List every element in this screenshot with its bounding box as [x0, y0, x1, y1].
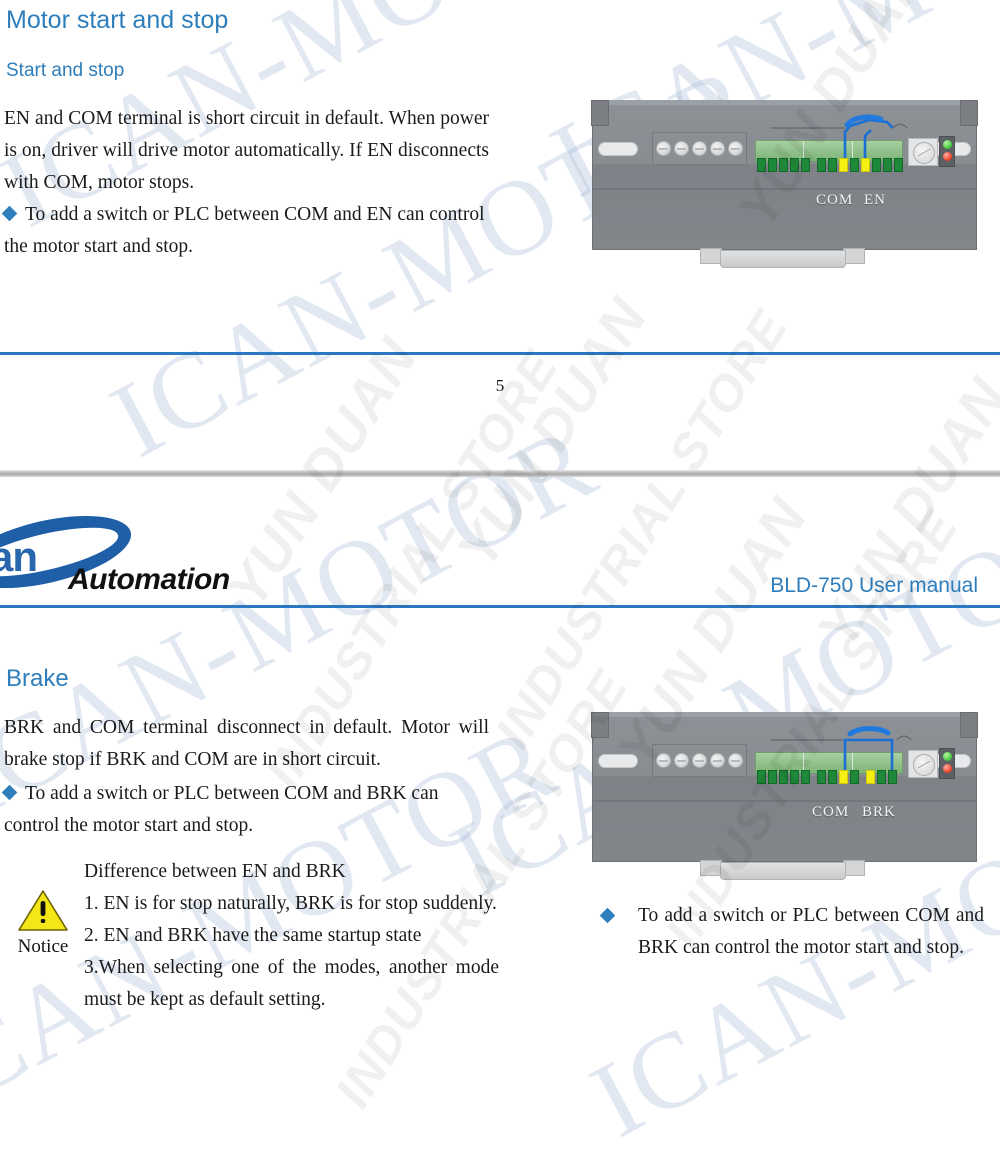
red-led	[943, 764, 952, 773]
led-indicator-group	[939, 748, 955, 779]
screw-terminal-block	[652, 744, 747, 777]
driver-device-diagram-en: COM EN	[591, 100, 978, 268]
screw-terminal	[674, 141, 689, 156]
device-notch-left	[591, 100, 609, 126]
device-notch-right	[960, 712, 978, 738]
terminal-label-brk: BRK	[862, 804, 896, 820]
potentiometer-dial	[913, 142, 935, 164]
screw-terminal	[710, 753, 725, 768]
manual-page-one: Motor start and stop Start and stop EN a…	[0, 0, 1000, 500]
mounting-ear-left	[598, 754, 638, 768]
device-top-edge	[592, 100, 977, 105]
din-rail-clip	[700, 248, 865, 270]
warning-triangle-icon	[17, 888, 69, 933]
section-title-brake: Brake	[6, 665, 69, 692]
jumper-wire-icon	[771, 726, 912, 770]
screw-terminal	[728, 753, 743, 768]
bullet-diamond-icon	[1, 784, 18, 801]
terminal-label-com: COM	[816, 192, 854, 208]
screw-terminal-block	[652, 132, 747, 165]
device-notch-left	[591, 712, 609, 738]
notice-line-1: Difference between EN and BRK	[84, 861, 346, 882]
page-footer-rule	[0, 352, 1000, 355]
mounting-ear-left	[598, 142, 638, 156]
potentiometer-dial	[913, 754, 935, 776]
jumper-wire-icon	[771, 114, 908, 158]
screw-terminal	[656, 141, 671, 156]
bullet-text-right: To add a switch or PLC between COM and B…	[638, 905, 984, 958]
notice-line-2: 1. EN is for stop naturally, BRK is for …	[84, 893, 497, 914]
screw-terminal	[710, 141, 725, 156]
intro-paragraph: EN and COM terminal is short circuit in …	[4, 108, 489, 193]
page-number: 5	[495, 376, 505, 395]
terminal-label-en: EN	[864, 192, 886, 208]
bullet-text-left: To add a switch or PLC between COM and B…	[4, 783, 439, 836]
page-title: Motor start and stop	[6, 6, 229, 34]
potentiometer	[908, 138, 938, 166]
bullet-diamond-icon	[599, 907, 616, 924]
red-led	[943, 152, 952, 161]
brake-paragraph: BRK and COM terminal disconnect in defau…	[4, 717, 489, 770]
document-title: BLD-750 User manual	[770, 574, 978, 597]
section-subtitle: Start and stop	[6, 60, 125, 81]
notice-icon-group: Notice	[8, 888, 78, 958]
device-face-split	[592, 188, 977, 190]
driver-device-diagram-brk: COM BRK	[591, 712, 978, 880]
screw-terminal	[728, 141, 743, 156]
device-face-split	[592, 800, 977, 802]
potentiometer	[908, 750, 938, 778]
notice-label: Notice	[17, 936, 69, 957]
bullet-text: To add a switch or PLC between COM and E…	[4, 204, 485, 257]
terminal-label-com: COM	[812, 804, 850, 820]
company-logo: an Automation	[0, 502, 250, 602]
din-rail-clip	[700, 860, 865, 882]
header-rule	[0, 605, 1000, 608]
screw-terminal	[674, 753, 689, 768]
screw-terminal	[692, 141, 707, 156]
manual-page-two: an Automation BLD-750 User manual Brake …	[0, 490, 1000, 1050]
logo-text-sub: Automation	[68, 563, 230, 596]
led-indicator-group	[939, 136, 955, 167]
device-top-edge	[592, 712, 977, 717]
device-notch-right	[960, 100, 978, 126]
green-led	[943, 140, 952, 149]
screw-terminal	[692, 753, 707, 768]
green-led	[943, 752, 952, 761]
page-separator-top	[0, 470, 1000, 477]
bullet-diamond-icon	[1, 205, 18, 222]
logo-text-main: an	[0, 533, 38, 580]
notice-line-4: 3.When selecting one of the modes, anoth…	[84, 957, 499, 1010]
screw-terminal	[656, 753, 671, 768]
notice-line-3: 2. EN and BRK have the same startup stat…	[84, 925, 422, 946]
